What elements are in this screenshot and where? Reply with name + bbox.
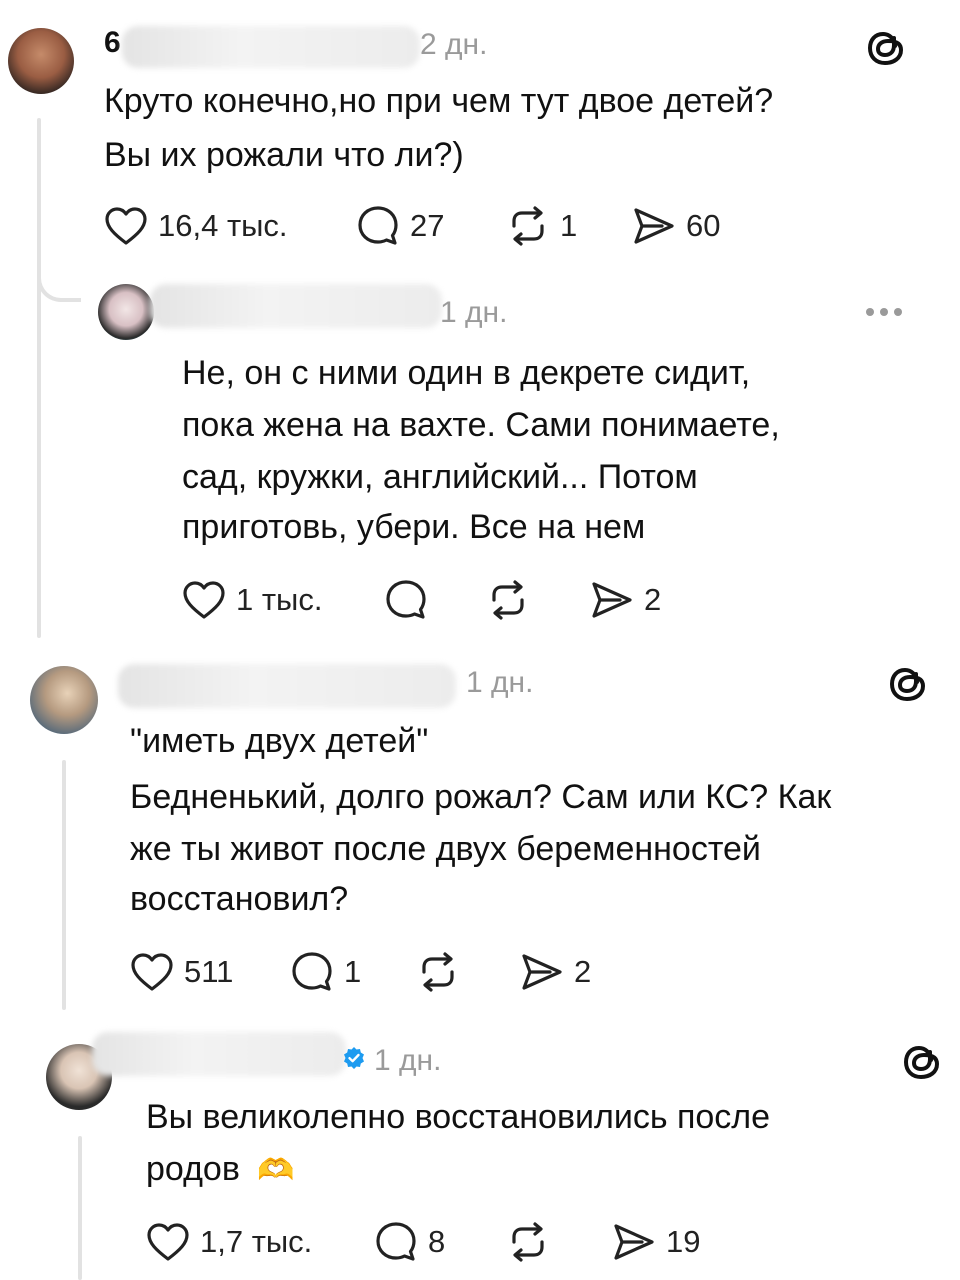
reply-count: 8 <box>428 1224 446 1259</box>
reply-icon <box>290 950 334 994</box>
comment-text-line: Круто конечно,но при чем тут двое детей? <box>104 82 774 120</box>
username-redacted <box>118 664 456 708</box>
username-redacted <box>150 284 442 328</box>
timestamp: 1 дн. <box>374 1044 442 1077</box>
threads-logo-icon[interactable] <box>886 662 930 706</box>
reply-button[interactable] <box>384 578 428 622</box>
reply-icon <box>384 578 428 622</box>
reply-button[interactable]: 1 <box>290 950 361 994</box>
like-button[interactable]: 511 <box>130 952 233 992</box>
share-count: 60 <box>686 208 721 243</box>
comment-text-line: сад, кружки, английский... Потом <box>182 458 698 496</box>
avatar[interactable] <box>30 666 98 734</box>
share-button[interactable]: 2 <box>520 950 591 994</box>
repost-icon <box>416 950 460 994</box>
comment-text-line: Вы их рожали что ли?) <box>104 136 464 174</box>
repost-icon <box>506 204 550 248</box>
username-redacted <box>92 1032 346 1076</box>
verified-icon <box>344 1047 364 1069</box>
timestamp: 1 дн. <box>466 666 534 699</box>
heart-icon <box>182 580 226 620</box>
reply-button[interactable]: 27 <box>356 204 444 248</box>
reply-icon <box>356 204 400 248</box>
repost-button[interactable] <box>416 950 460 994</box>
reply-icon <box>374 1220 418 1264</box>
share-icon <box>590 578 634 622</box>
like-count: 511 <box>184 954 234 989</box>
comment-text-line: же ты живот после двух беременностей <box>130 830 761 868</box>
repost-icon <box>486 578 530 622</box>
more-icon[interactable] <box>866 308 902 316</box>
avatar[interactable] <box>98 284 154 340</box>
timestamp: 2 дн. <box>420 28 488 61</box>
timestamp: 1 дн. <box>440 296 508 329</box>
share-icon <box>520 950 564 994</box>
share-count: 2 <box>574 954 592 989</box>
threads-logo-icon[interactable] <box>864 26 908 70</box>
like-count: 1,7 тыс. <box>200 1224 313 1259</box>
comment-text: родов <box>146 1150 240 1188</box>
reply-button[interactable]: 8 <box>374 1220 445 1264</box>
repost-button[interactable]: 1 <box>506 204 577 248</box>
comment-text-line: восстановил? <box>130 880 349 918</box>
repost-count: 1 <box>560 208 578 243</box>
reply-count: 27 <box>410 208 445 243</box>
like-button[interactable]: 1,7 тыс. <box>146 1222 312 1262</box>
heart-icon <box>104 206 148 246</box>
like-button[interactable]: 16,4 тыс. <box>104 206 288 246</box>
username-redacted <box>122 26 420 68</box>
username[interactable]: 6 <box>104 26 121 60</box>
comment-text-line: "иметь двух детей" <box>130 722 429 760</box>
comment-text-line: Не, он с ними один в декрете сидит, <box>182 354 751 392</box>
thread-line <box>37 118 41 638</box>
share-button[interactable]: 60 <box>632 204 720 248</box>
heart-hands-emoji: 🫶 <box>257 1154 295 1187</box>
repost-button[interactable] <box>486 578 530 622</box>
reply-count: 1 <box>344 954 362 989</box>
like-count: 16,4 тыс. <box>158 208 288 243</box>
thread-connector <box>37 268 81 302</box>
comment-text-line: Бедненький, долго рожал? Сам или КС? Как <box>130 778 832 816</box>
like-button[interactable]: 1 тыс. <box>182 580 322 620</box>
thread-line <box>62 760 66 1010</box>
like-count: 1 тыс. <box>236 582 323 617</box>
avatar[interactable] <box>8 28 74 94</box>
share-button[interactable]: 2 <box>590 578 661 622</box>
heart-icon <box>130 952 174 992</box>
repost-button[interactable] <box>506 1220 550 1264</box>
threads-logo-icon[interactable] <box>900 1040 944 1084</box>
thread-line <box>78 1136 82 1280</box>
comment-text-line: Вы великолепно восстановились после <box>146 1098 771 1136</box>
heart-icon <box>146 1222 190 1262</box>
share-icon <box>612 1220 656 1264</box>
repost-icon <box>506 1220 550 1264</box>
comment-text-line: родов 🫶 <box>146 1142 295 1198</box>
comment-text-line: пока жена на вахте. Сами понимаете, <box>182 406 780 444</box>
share-button[interactable]: 19 <box>612 1220 700 1264</box>
share-icon <box>632 204 676 248</box>
comment-text-line: приготовь, убери. Все на нем <box>182 508 646 546</box>
share-count: 19 <box>666 1224 701 1259</box>
share-count: 2 <box>644 582 662 617</box>
